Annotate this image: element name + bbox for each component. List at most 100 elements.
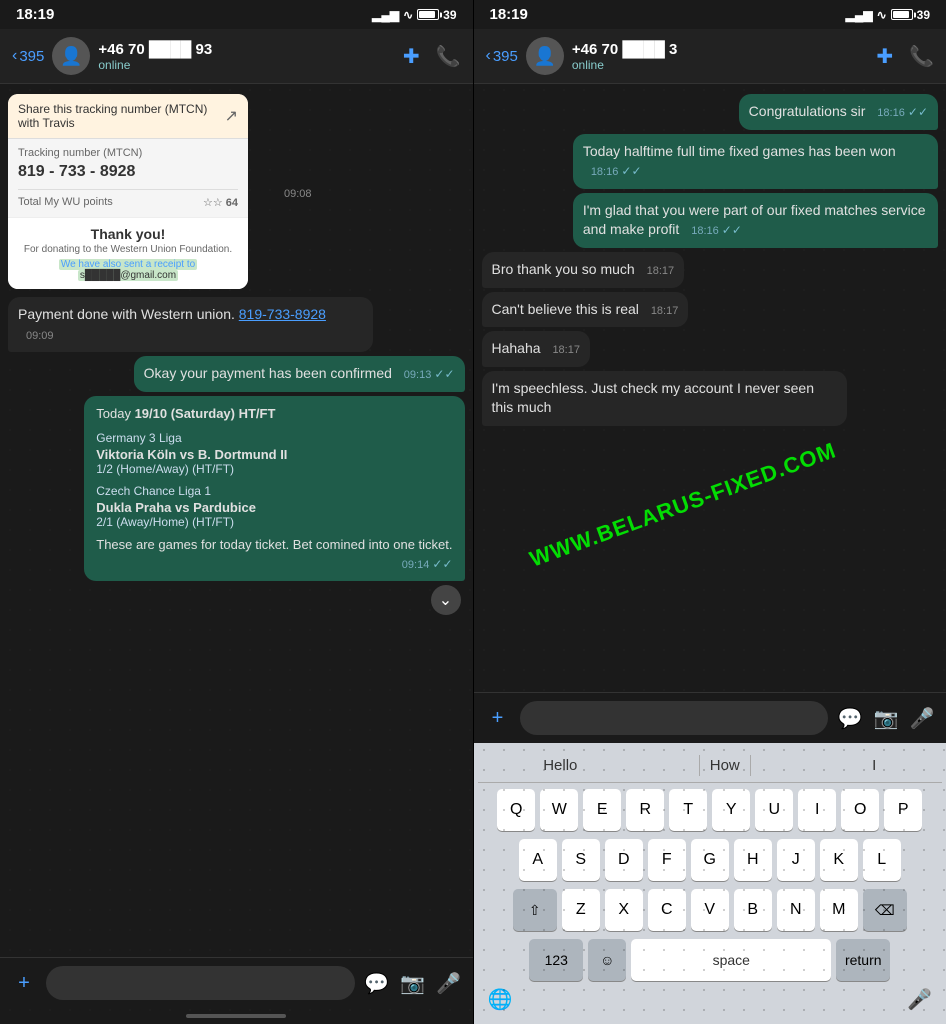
key-shift[interactable]: ⇧	[513, 889, 557, 931]
right-contact-avatar: 👤	[526, 37, 564, 75]
right-input-bar: + 💬 📷 🎤	[474, 692, 946, 743]
payment-link[interactable]: 819-733-8928	[239, 306, 326, 322]
right-add-button[interactable]: +	[484, 704, 512, 732]
suggestion-how[interactable]: How	[699, 755, 751, 776]
left-message-input[interactable]	[46, 966, 355, 1000]
key-s[interactable]: S	[562, 839, 600, 881]
thankyou-bubble: Bro thank you so much 18:17	[482, 252, 685, 288]
wu-email-prefix: We have also sent a receipt to	[59, 259, 197, 270]
key-space[interactable]: space	[631, 939, 831, 981]
left-back-chevron: ‹	[12, 47, 17, 65]
key-e[interactable]: E	[583, 789, 621, 831]
key-b[interactable]: B	[734, 889, 772, 931]
matches-footer: These are games for today ticket. Bet co…	[96, 537, 452, 552]
key-m[interactable]: M	[820, 889, 858, 931]
left-sticker-icon[interactable]: 💬	[363, 969, 391, 997]
key-u[interactable]: U	[755, 789, 793, 831]
left-back-button[interactable]: ‹ 395	[12, 47, 44, 65]
battery-icon	[417, 9, 439, 20]
key-r[interactable]: R	[626, 789, 664, 831]
right-message-input[interactable]	[520, 701, 829, 735]
wu-points-row: Total My WU points ☆☆ 64	[18, 189, 238, 209]
left-contact-avatar: 👤	[52, 37, 90, 75]
right-back-button[interactable]: ‹ 395	[486, 47, 518, 65]
keyboard-mic-icon[interactable]: 🎤	[907, 987, 932, 1012]
left-add-contact-icon[interactable]: ✚	[403, 44, 420, 69]
wu-card-time: 09:08	[284, 188, 312, 200]
key-n[interactable]: N	[777, 889, 815, 931]
match-1-teams: Viktoria Köln vs B. Dortmund II	[96, 447, 452, 462]
key-return[interactable]: return	[836, 939, 890, 981]
key-y[interactable]: Y	[712, 789, 750, 831]
key-z[interactable]: Z	[562, 889, 600, 931]
congrats-bubble: Congratulations sir 18:16 ✓✓	[739, 94, 938, 130]
left-input-bar: + 💬 📷 🎤	[0, 957, 473, 1008]
wu-share-icon[interactable]: ↗	[225, 106, 238, 126]
globe-icon[interactable]: 🌐	[488, 987, 513, 1012]
right-add-contact-icon[interactable]: ✚	[876, 44, 893, 69]
keyboard-globe-mic-row: 🌐 🎤	[478, 981, 943, 1018]
scroll-down-button[interactable]: ⌄	[431, 585, 461, 615]
key-f[interactable]: F	[648, 839, 686, 881]
matches-time-row: 09:14 ✓✓	[96, 556, 452, 571]
right-sticker-icon[interactable]: 💬	[836, 704, 864, 732]
key-i[interactable]: I	[798, 789, 836, 831]
right-contact-info: +46 70 ████ 3 online	[572, 41, 868, 72]
right-call-icon[interactable]: 📞	[909, 44, 934, 69]
key-v[interactable]: V	[691, 889, 729, 931]
right-mic-button[interactable]: 🎤	[908, 704, 936, 732]
key-x[interactable]: X	[605, 889, 643, 931]
key-a[interactable]: A	[519, 839, 557, 881]
key-p[interactable]: P	[884, 789, 922, 831]
wu-tracking-label: Tracking number (MTCN)	[18, 147, 238, 159]
left-msg-payment-confirmed: Okay your payment has been confirmed 09:…	[8, 356, 465, 392]
key-h[interactable]: H	[734, 839, 772, 881]
payment-done-time: 09:09	[26, 329, 54, 344]
today-halftime-bubble: Today halftime full time fixed games has…	[573, 134, 938, 189]
right-contact-status: online	[572, 58, 868, 72]
match-2-teams: Dukla Praha vs Pardubice	[96, 500, 452, 515]
wu-points-label: Total My WU points	[18, 196, 113, 209]
right-msg-glad: I'm glad that you were part of our fixed…	[482, 193, 939, 248]
match-1: Germany 3 Liga Viktoria Köln vs B. Dortm…	[96, 431, 452, 476]
key-emoji[interactable]: ☺	[588, 939, 626, 981]
key-k[interactable]: K	[820, 839, 858, 881]
today-halftime-time: 18:16 ✓✓	[591, 163, 642, 180]
keyboard-row-4: 123 ☺ space return	[478, 939, 943, 981]
key-c[interactable]: C	[648, 889, 686, 931]
right-phone-panel: WWW.BELARUS-FIXED.COM 18:19 ▂▄▆ ∿ 39 ‹ 3…	[474, 0, 946, 1024]
wu-card-wrapper: Share this tracking number (MTCN) with T…	[8, 94, 268, 293]
key-g[interactable]: G	[691, 839, 729, 881]
key-l[interactable]: L	[863, 839, 901, 881]
key-t[interactable]: T	[669, 789, 707, 831]
key-d[interactable]: D	[605, 839, 643, 881]
hahaha-time: 18:17	[552, 343, 580, 358]
key-j[interactable]: J	[777, 839, 815, 881]
left-camera-icon[interactable]: 📷	[399, 969, 427, 997]
suggestion-hello[interactable]: Hello	[533, 755, 587, 776]
left-call-icon[interactable]: 📞	[436, 44, 461, 69]
right-back-count: 395	[493, 48, 518, 65]
keyboard-row-2: A S D F G H J K L	[478, 839, 943, 881]
keyboard-rows: Q W E R T Y U I O P A S D F G H J K L	[478, 789, 943, 981]
speechless-bubble: I'm speechless. Just check my account I …	[482, 371, 847, 426]
key-o[interactable]: O	[841, 789, 879, 831]
left-header-actions: ✚ 📞	[403, 44, 461, 69]
left-add-button[interactable]: +	[10, 969, 38, 997]
match-1-league: Germany 3 Liga	[96, 431, 452, 445]
left-mic-button[interactable]: 🎤	[435, 969, 463, 997]
right-camera-icon[interactable]: 📷	[872, 704, 900, 732]
key-q[interactable]: Q	[497, 789, 535, 831]
right-back-chevron: ‹	[486, 47, 491, 65]
suggestion-i[interactable]: I	[862, 755, 886, 776]
key-w[interactable]: W	[540, 789, 578, 831]
key-123[interactable]: 123	[529, 939, 583, 981]
hahaha-bubble: Hahaha 18:17	[482, 331, 590, 367]
left-phone-panel: 18:19 ▂▄▆ ∿ 39 ‹ 395 👤 +46 70 ████ 93 on…	[0, 0, 473, 1024]
signal-icon: ▂▄▆	[372, 8, 399, 22]
cantbelieve-bubble: Can't believe this is real 18:17	[482, 292, 689, 328]
right-header-actions: ✚ 📞	[876, 44, 934, 69]
payment-confirmed-bubble: Okay your payment has been confirmed 09:…	[134, 356, 465, 392]
key-backspace[interactable]: ⌫	[863, 889, 907, 931]
right-contact-name: +46 70 ████ 3	[572, 41, 868, 58]
